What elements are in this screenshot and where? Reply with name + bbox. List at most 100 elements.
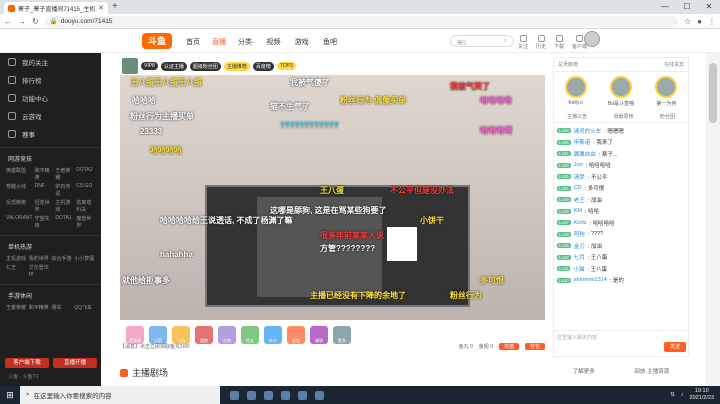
mail-icon[interactable] (298, 390, 307, 400)
learn-more-link[interactable]: 了解更多 (573, 367, 595, 375)
clock[interactable]: 19:10 2021/2/23 (690, 388, 714, 402)
category-link[interactable]: 炉石传说 (55, 183, 74, 197)
chat-username[interactable]: 金刀 (574, 242, 585, 250)
tab-notice[interactable]: 主播公告 (567, 113, 587, 120)
profile-icon[interactable]: ● (697, 17, 702, 26)
chat-username[interactable]: 小猫 (573, 265, 584, 273)
tab-contribution[interactable]: 总贡献榜 (558, 61, 578, 68)
category-link[interactable]: QQ飞车 (74, 304, 95, 311)
new-tab-button[interactable]: + (112, 1, 118, 12)
star-icon[interactable]: ☆ (684, 17, 691, 26)
category-link[interactable]: 反恐精英 (6, 199, 33, 213)
chat-username[interactable]: 清梦 (574, 173, 585, 181)
chrome-icon[interactable] (315, 390, 324, 400)
chat-username[interactable]: 阿狗 (574, 230, 585, 238)
page-scrollbar[interactable] (706, 53, 720, 386)
category-link[interactable]: 和平精英 (35, 167, 54, 181)
folder-icon[interactable] (264, 390, 273, 400)
category-link[interactable]: 王者荣耀 (6, 304, 27, 311)
video-stream[interactable]: 王八蛋王八蛋王八蛋 我被气傻了 我被气哭了 哈哈哈 粉丝行为主播买单 23333 粉丝行为 … (120, 75, 545, 320)
category-link[interactable]: 魔兽世界 (76, 215, 95, 229)
category-link[interactable]: 和平精英 (29, 304, 50, 311)
nav-home[interactable]: 首页 (186, 37, 200, 47)
chat-username[interactable]: 甲斯诺 (574, 138, 591, 146)
search-icon[interactable]: ⌕ (504, 38, 507, 44)
nav-yuba[interactable]: 鱼吧 (323, 37, 337, 47)
category-link[interactable]: DNF (35, 183, 54, 197)
forward-icon[interactable]: → (18, 17, 26, 26)
chat-input[interactable]: 这里输入聊天内容 发送 (554, 330, 690, 356)
close-tab-icon[interactable]: ✕ (98, 4, 104, 12)
anchor-avatar[interactable] (122, 58, 138, 74)
windows-start-icon[interactable]: ⊞ (0, 386, 20, 404)
replay-link[interactable]: 回放·主播资源 (634, 367, 669, 375)
chat-username[interactable]: 老王 (574, 196, 585, 204)
category-link[interactable]: 仁王 (6, 264, 27, 278)
category-link[interactable]: DOTA1 (55, 215, 74, 229)
nav-category[interactable]: 分类· (238, 37, 254, 47)
category-link[interactable]: 主机游戏 (6, 255, 27, 262)
minimize-button[interactable]: — (654, 0, 676, 14)
maximize-button[interactable]: ☐ (676, 0, 698, 14)
chat-username[interactable]: shiroemi1314 (574, 277, 607, 283)
chat-username[interactable]: 翼鹰自由 (574, 150, 596, 158)
sidebar-item-follow[interactable]: 我的关注 (0, 53, 101, 71)
recharge-button[interactable]: 充值 (498, 342, 519, 350)
category-link[interactable]: 王者荣耀 (55, 167, 74, 181)
store-icon[interactable] (281, 390, 290, 400)
browser-tab[interactable]: 寒子_寒子直播间71415_主机游... ✕ (4, 2, 108, 14)
scrollbar-thumb[interactable] (709, 63, 717, 123)
chat-username[interactable]: Jun (574, 162, 583, 168)
tab-fans[interactable]: 粉丝团 (660, 113, 675, 120)
history-button[interactable]: 历史 (536, 35, 546, 50)
sidebar-item-rank[interactable]: 排行榜 (0, 71, 101, 89)
backpack-button[interactable]: 背包 (524, 342, 545, 350)
category-link[interactable]: 小小梦魇 (74, 255, 95, 262)
tab-weekly[interactable]: 贡献周榜 (613, 113, 633, 120)
category-link[interactable]: 逃离塔科夫 (76, 199, 95, 213)
category-link[interactable]: 艾尔登法环 (29, 264, 50, 278)
category-link[interactable]: 综合手游 (52, 255, 73, 262)
category-link[interactable]: 赛车 (52, 304, 73, 311)
url-field[interactable]: 🔒 douyu.com/71415 (44, 15, 678, 27)
chat-username[interactable]: 清灵的火车 (574, 127, 602, 135)
taskbar-search[interactable]: ⌕ 在这里输入你要搜索的内容 (20, 386, 220, 404)
category-link[interactable]: 坦克世界 (35, 199, 54, 213)
follow-button[interactable]: 关注 (518, 35, 528, 50)
user-avatar[interactable] (584, 31, 600, 47)
chat-username[interactable]: CD (574, 185, 582, 191)
send-button[interactable]: 发送 (664, 342, 686, 352)
nav-live[interactable]: 直播 (212, 37, 226, 47)
category-link[interactable]: DOTA2 (76, 167, 95, 181)
category-link[interactable]: VALORANT (6, 215, 33, 229)
edge-icon[interactable] (247, 390, 256, 400)
chat-username[interactable]: Kortz (574, 220, 587, 226)
search-input[interactable]: 寒5 ⌕ (450, 35, 514, 47)
sidebar-item-feature[interactable]: 功能中心 (0, 89, 101, 107)
nav-video[interactable]: 视频· (266, 37, 282, 47)
category-link[interactable]: CS:GO (76, 183, 95, 197)
close-window-button[interactable]: ✕ (698, 0, 720, 14)
douyu-logo[interactable]: 斗鱼 (142, 33, 172, 49)
tab-vip[interactable]: 在线贵宾 (664, 61, 684, 68)
category-link[interactable]: 穿越火线 (6, 183, 33, 197)
task-view-icon[interactable] (230, 390, 239, 400)
chat-username[interactable]: KM (574, 208, 582, 214)
go-live-button[interactable]: 直播开播 (53, 358, 97, 368)
volume-icon[interactable]: ♪ (681, 392, 684, 398)
category-link[interactable]: 主机游戏 (55, 199, 74, 213)
category-link[interactable]: 英雄联盟 (6, 167, 33, 181)
chat-username[interactable]: 七月 (574, 253, 585, 261)
nav-game[interactable]: 游戏· (295, 37, 311, 47)
rank-item[interactable]: Kelly.o (564, 76, 587, 107)
category-link[interactable]: 守望先锋 (35, 215, 54, 229)
menu-icon[interactable]: ⋮ (708, 17, 716, 26)
download-button[interactable]: 下载 (554, 35, 564, 50)
sidebar-item-cloud[interactable]: 云游戏 (0, 107, 101, 125)
category-link[interactable]: 我的世界 (29, 255, 50, 262)
network-icon[interactable]: ⇅ (670, 392, 675, 398)
rank-item[interactable]: Bo是斗皇喵 (608, 76, 634, 107)
footer-message[interactable]: 【消息】点击立即领取鱼丸100! (120, 343, 190, 350)
client-download-button[interactable]: 客户端下载 (5, 358, 49, 368)
back-icon[interactable]: ← (4, 17, 12, 26)
